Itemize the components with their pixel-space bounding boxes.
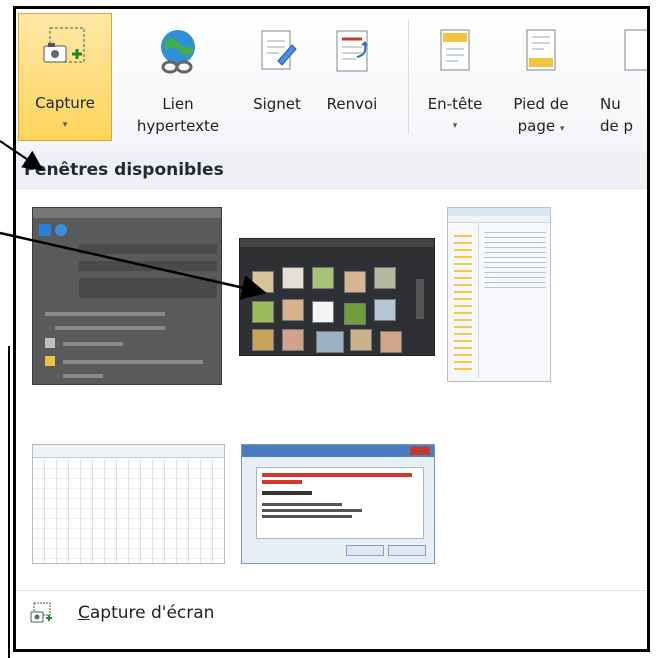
footer-label-line1: Pied de bbox=[513, 95, 569, 113]
page-number-label-line1: Nu bbox=[600, 95, 621, 113]
thumbnail-photo bbox=[380, 331, 402, 353]
chevron-down-icon: ▾ bbox=[62, 120, 68, 130]
globe-link-icon bbox=[155, 27, 201, 75]
capture-dropdown-panel: Fenêtres disponibles Capture d'écran bbox=[16, 152, 647, 649]
thumbnail-field bbox=[79, 278, 217, 298]
page-number-icon bbox=[616, 27, 647, 75]
thumbnail-field bbox=[79, 261, 217, 271]
thumbnail-button bbox=[346, 545, 384, 556]
page-number-button[interactable]: Nu de p bbox=[588, 9, 647, 152]
thumbnail-icon bbox=[39, 224, 51, 236]
window-thumbnail-spreadsheet[interactable] bbox=[32, 444, 225, 564]
screen-clipping-label: Capture d'écran bbox=[78, 603, 214, 623]
header-button[interactable]: En-tête ▾ bbox=[413, 9, 497, 152]
header-icon bbox=[432, 27, 478, 75]
chevron-down-icon: ▾ bbox=[559, 124, 565, 134]
thumbnail-photo bbox=[252, 271, 274, 293]
screen-clipping-option[interactable]: Capture d'écran bbox=[16, 590, 647, 637]
footer-label-line2: page bbox=[517, 117, 556, 135]
bookmark-button[interactable]: Signet bbox=[242, 9, 312, 152]
thumbnail-text bbox=[45, 312, 165, 316]
thumbnail-folder-list bbox=[454, 230, 472, 370]
thumbnail-photo bbox=[312, 267, 334, 289]
thumbnail-photo bbox=[252, 301, 274, 323]
available-windows-heading: Fenêtres disponibles bbox=[16, 152, 647, 189]
thumbnail-text bbox=[262, 480, 302, 484]
page-number-label-line2: de p bbox=[600, 117, 634, 135]
hyperlink-button[interactable]: Lien hypertexte bbox=[119, 9, 237, 152]
thumbnail-button bbox=[388, 545, 426, 556]
thumbnail-icon bbox=[55, 224, 67, 236]
screen-clipping-icon bbox=[30, 602, 54, 624]
window-thumbnail-photoshop-like-panel[interactable] bbox=[32, 207, 222, 385]
thumbnail-toolbar bbox=[448, 216, 550, 223]
thumbnail-photo bbox=[344, 271, 366, 293]
thumbnail-toolbar bbox=[33, 445, 224, 458]
capture-button[interactable]: Capture ▾ bbox=[18, 13, 112, 141]
thumbnail-text bbox=[262, 491, 312, 495]
thumbnail-text bbox=[63, 360, 203, 364]
thumbnail-text bbox=[262, 509, 362, 512]
thumbnail-text bbox=[262, 515, 352, 518]
capture-label: Capture bbox=[35, 94, 95, 112]
thumbnail-photo bbox=[282, 329, 304, 351]
thumbnail-photo bbox=[350, 329, 372, 351]
thumbnail-photo bbox=[316, 331, 344, 353]
footer-icon bbox=[518, 27, 564, 75]
thumbnail-titlebar bbox=[448, 208, 550, 216]
thumbnail-text bbox=[63, 342, 123, 346]
thumbnail-text bbox=[63, 374, 103, 378]
window-thumbnail-file-explorer[interactable] bbox=[447, 207, 551, 382]
screen-clipping-accesskey: C bbox=[78, 603, 90, 623]
window-thumbnail-update-dialog[interactable] bbox=[241, 444, 435, 564]
thumbnail-icon bbox=[45, 338, 55, 348]
thumbnail-photo bbox=[344, 303, 366, 325]
hyperlink-label-line1: Lien bbox=[162, 95, 194, 113]
bookmark-icon bbox=[254, 27, 300, 75]
thumbnail-scrollbar bbox=[416, 279, 424, 319]
thumbnail-text bbox=[55, 326, 165, 330]
annotation-line bbox=[8, 346, 10, 658]
close-icon bbox=[410, 447, 430, 455]
word-insert-window: Capture ▾ Lien hypertexte Signet Renvoi … bbox=[13, 6, 650, 652]
cross-reference-button[interactable]: Renvoi bbox=[312, 9, 392, 152]
screen-clipping-label-rest: apture d'écran bbox=[89, 603, 215, 623]
thumbnail-photo bbox=[374, 299, 396, 321]
thumbnail-text bbox=[262, 503, 342, 506]
thumbnail-photo bbox=[282, 267, 304, 289]
header-label: En-tête bbox=[427, 95, 483, 113]
thumbnail-grid bbox=[33, 459, 224, 563]
window-thumbnail-image-viewer[interactable] bbox=[239, 238, 435, 356]
thumbnail-file-list bbox=[484, 228, 546, 288]
thumbnail-photo bbox=[312, 301, 334, 323]
bookmark-label: Signet bbox=[253, 95, 301, 113]
thumbnail-titlebar bbox=[240, 239, 434, 247]
thumbnail-photo bbox=[252, 329, 274, 351]
footer-button[interactable]: Pied de page ▾ bbox=[499, 9, 583, 152]
hyperlink-label-line2: hypertexte bbox=[136, 117, 220, 135]
thumbnail-text bbox=[262, 473, 412, 477]
cross-reference-icon bbox=[329, 27, 375, 75]
thumbnail-titlebar bbox=[242, 445, 434, 457]
cross-reference-label: Renvoi bbox=[326, 95, 378, 113]
ribbon: Capture ▾ Lien hypertexte Signet Renvoi … bbox=[16, 9, 647, 153]
thumbnail-photo bbox=[374, 267, 396, 289]
thumbnail-titlebar bbox=[33, 208, 221, 218]
thumbnail-photo bbox=[282, 299, 304, 321]
thumbnail-field bbox=[79, 244, 217, 254]
chevron-down-icon: ▾ bbox=[452, 121, 458, 131]
thumbnail-icon bbox=[45, 356, 55, 366]
ribbon-separator bbox=[408, 19, 409, 134]
screenshot-icon bbox=[42, 26, 88, 74]
